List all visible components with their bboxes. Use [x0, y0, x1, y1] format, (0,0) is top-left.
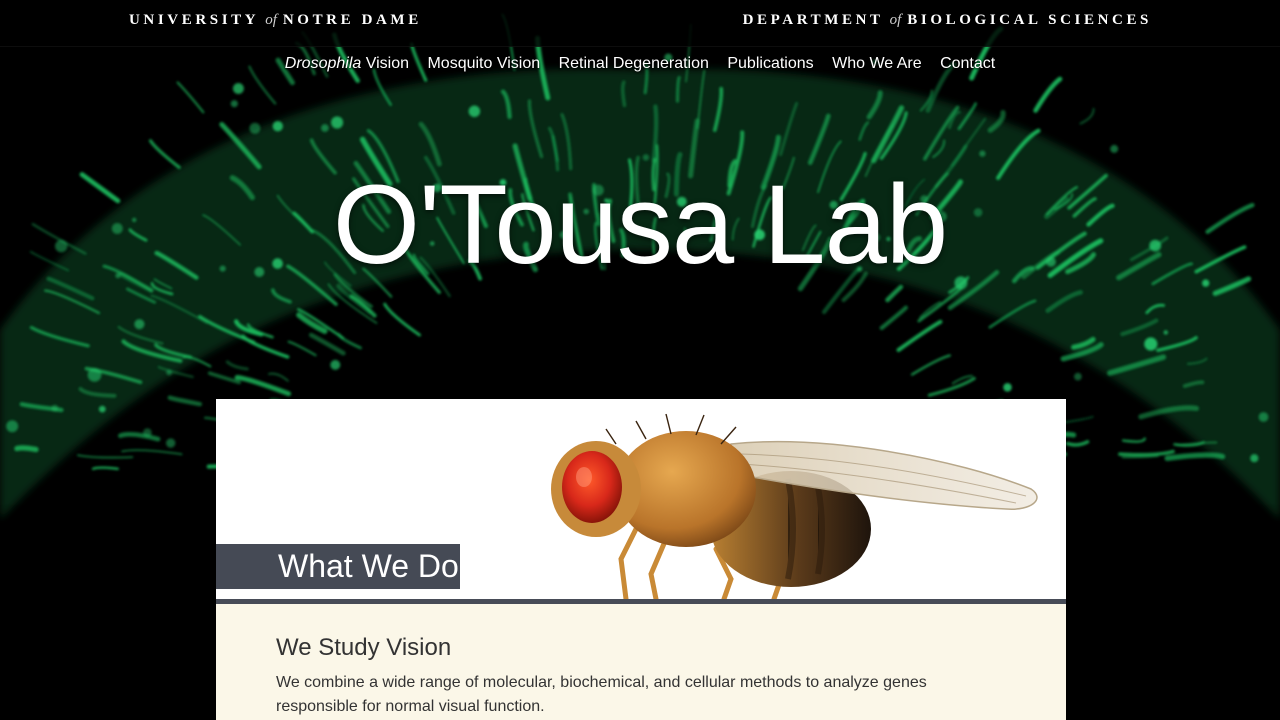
- feature-card: What We Do We Study Vision We combine a …: [216, 399, 1066, 720]
- feature-banner: What We Do: [216, 399, 1066, 599]
- nav-link-publications[interactable]: Publications: [727, 53, 813, 75]
- department-wordmark-link[interactable]: DEPARTMENT of BIOLOGICAL SCIENCES: [743, 12, 1152, 29]
- intro-panel: We Study Vision We combine a wide range …: [216, 604, 1066, 720]
- page: UNIVERSITY of NOTRE DAME DEPARTMENT of BIOLO…: [0, 0, 1280, 720]
- wordmark-of: of: [889, 12, 902, 28]
- nav-link-mosquito-vision[interactable]: Mosquito Vision: [427, 53, 540, 75]
- fruit-fly-image: [551, 413, 1038, 599]
- site-title: O'Tousa Lab: [332, 162, 948, 287]
- wordmark-notre-dame: NOTRE DAME: [282, 12, 422, 28]
- university-wordmark-link[interactable]: UNIVERSITY of NOTRE DAME: [129, 12, 422, 29]
- nav-link-contact[interactable]: Contact: [940, 53, 995, 75]
- intro-body: We combine a wide range of molecular, bi…: [276, 674, 927, 715]
- wordmark-of: of: [265, 12, 277, 28]
- main-nav: Drosophila Vision Mosquito Vision Retina…: [0, 53, 1280, 75]
- nav-link-label: Vision: [365, 55, 410, 72]
- nav-link-who-we-are[interactable]: Who We Are: [832, 53, 922, 75]
- wordmark-university: UNIVERSITY: [129, 12, 260, 28]
- nav-link-drosophila-vision[interactable]: Drosophila Vision: [285, 53, 409, 75]
- intro-heading: We Study Vision: [276, 634, 452, 661]
- nav-link-retinal-degeneration[interactable]: Retinal Degeneration: [559, 53, 709, 75]
- wordmark-department: DEPARTMENT: [742, 12, 884, 28]
- nav-link-italic-label: Drosophila: [284, 55, 362, 72]
- section-tab-what-we-do: What We Do: [216, 544, 460, 589]
- top-bar: UNIVERSITY of NOTRE DAME DEPARTMENT of BIOLO…: [0, 0, 1280, 47]
- wordmark-biological-sciences: BIOLOGICAL SCIENCES: [907, 12, 1152, 28]
